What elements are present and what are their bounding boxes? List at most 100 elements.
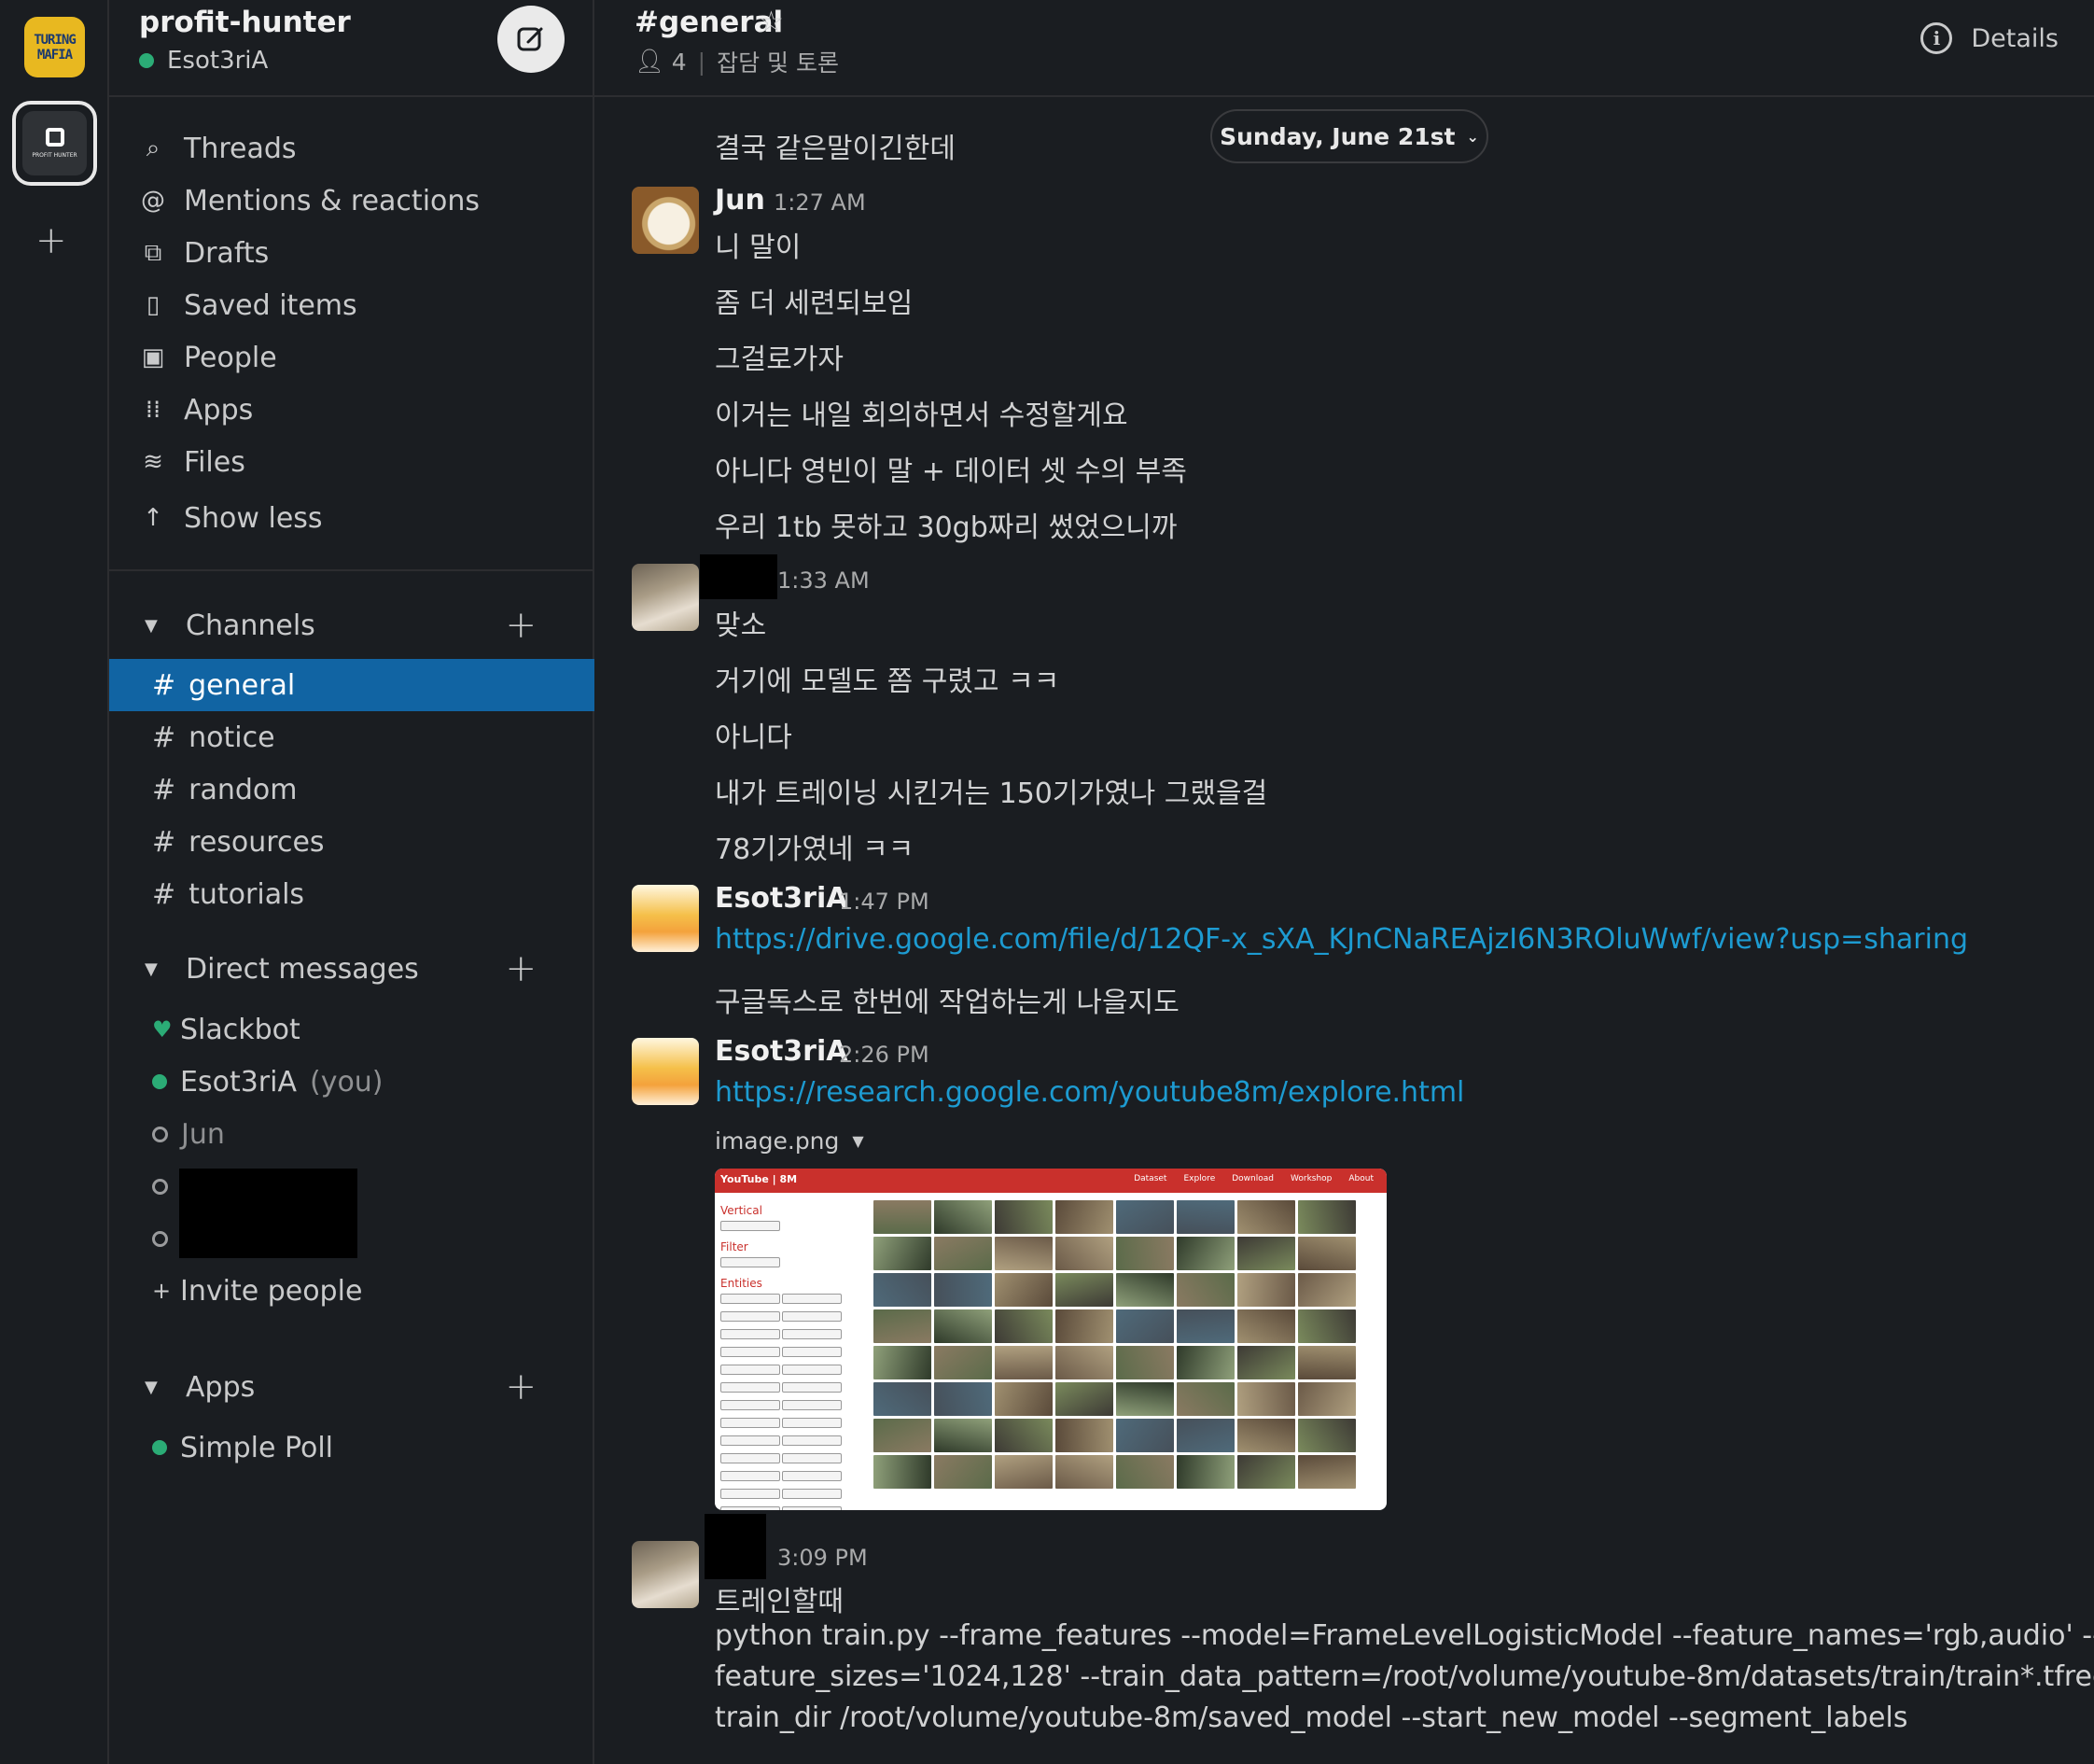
star-icon[interactable]: ☆: [759, 6, 784, 38]
compose-button[interactable]: [497, 6, 565, 73]
nav-label: Apps: [184, 393, 254, 427]
workspace-logo-text: PROFIT HUNTER: [32, 152, 77, 159]
you-suffix: (you): [309, 1065, 384, 1099]
invite-people-link[interactable]: + Invite people: [152, 1270, 362, 1311]
dm-slackbot[interactable]: ♥ Slackbot: [152, 1009, 300, 1050]
message-timestamp[interactable]: 2:26 PM: [839, 1042, 929, 1068]
channel-resources[interactable]: # resources: [109, 816, 594, 868]
preview-thumbnail: [1237, 1309, 1295, 1343]
date-divider-pill[interactable]: Sunday, June 21st ⌄: [1210, 109, 1488, 163]
preview-thumbnail: [995, 1200, 1053, 1234]
add-app-button[interactable]: +: [505, 1365, 537, 1408]
preview-thumbnail: [873, 1346, 931, 1379]
preview-tag: [782, 1382, 842, 1393]
nav-files[interactable]: ≋ Files: [139, 441, 245, 483]
preview-thumbnail: [1237, 1455, 1295, 1489]
preview-thumbnail: [934, 1237, 992, 1270]
nav-label: People: [184, 341, 277, 374]
channels-section-header[interactable]: ▼ Channels +: [145, 604, 574, 647]
sender-name[interactable]: Esot3riA: [715, 1035, 847, 1068]
message-timestamp[interactable]: 1:33 AM: [777, 567, 870, 594]
apps-section-header[interactable]: ▼ Apps +: [145, 1365, 574, 1408]
redacted-block: [700, 554, 777, 599]
message-link[interactable]: https://research.google.com/youtube8m/ex…: [715, 1076, 1464, 1109]
caret-down-icon: ▼: [145, 959, 158, 979]
channel-general[interactable]: # general: [109, 659, 594, 711]
sender-name[interactable]: Esot3riA: [715, 882, 847, 915]
channel-notice[interactable]: # notice: [109, 711, 594, 763]
channel-topic[interactable]: 잡담 및 토론: [717, 45, 839, 78]
member-count[interactable]: 4: [672, 49, 687, 76]
preview-thumbnail: [995, 1273, 1053, 1307]
compose-icon: [517, 27, 543, 51]
preview-tag: [720, 1418, 780, 1428]
preview-thumbnail: [1298, 1382, 1356, 1416]
app-label: Simple Poll: [180, 1431, 334, 1464]
channel-tutorials[interactable]: # tutorials: [109, 868, 594, 920]
workspace-profit-hunter-icon[interactable]: PROFIT HUNTER: [12, 101, 97, 186]
sender-name[interactable]: Jun: [715, 184, 765, 217]
message-link[interactable]: https://drive.google.com/file/d/12QF-x_s…: [715, 923, 1968, 956]
people-icon: ▣: [141, 343, 165, 371]
add-workspace-icon[interactable]: +: [35, 222, 67, 259]
preview-thumbnail: [934, 1309, 992, 1343]
dm-redacted-2[interactable]: [152, 1218, 181, 1259]
add-channel-button[interactable]: +: [505, 604, 537, 647]
preview-thumbnail: [873, 1455, 931, 1489]
avatar[interactable]: [632, 885, 699, 952]
nav-threads[interactable]: ⌕ Threads: [139, 128, 297, 169]
current-user[interactable]: Esot3riA: [139, 47, 268, 75]
online-status-icon: [152, 1440, 167, 1455]
dm-self[interactable]: Esot3riA (you): [152, 1061, 384, 1102]
message-line: feature_sizes='1024,128' --train_data_pa…: [715, 1660, 2094, 1693]
nav-saved-items[interactable]: ▯ Saved items: [139, 285, 357, 326]
file-name: image.png: [715, 1127, 840, 1155]
dm-jun[interactable]: Jun: [152, 1113, 225, 1155]
preview-tag: [720, 1453, 780, 1463]
nav-mentions[interactable]: @ Mentions & reactions: [139, 180, 480, 221]
preview-tag: [782, 1471, 842, 1481]
avatar[interactable]: [632, 187, 699, 254]
hash-icon: #: [152, 668, 176, 702]
message-timestamp[interactable]: 1:27 AM: [774, 189, 866, 216]
preview-thumbnail: [1055, 1382, 1113, 1416]
nav-show-less[interactable]: ↑ Show less: [139, 497, 322, 539]
message-timestamp[interactable]: 3:09 PM: [777, 1545, 868, 1571]
caret-down-icon: ▼: [145, 1377, 158, 1397]
member-icon[interactable]: 👤︎: [635, 48, 664, 76]
plus-icon: +: [152, 1278, 172, 1304]
avatar[interactable]: [632, 1038, 699, 1105]
avatar[interactable]: [632, 564, 699, 631]
nav-label: Drafts: [184, 236, 270, 270]
caret-down-icon: ▼: [852, 1132, 864, 1150]
app-simple-poll[interactable]: Simple Poll: [152, 1427, 333, 1468]
preview-thumbnail: [1298, 1200, 1356, 1234]
preview-thumbnail: [995, 1237, 1053, 1270]
details-button[interactable]: i Details: [1920, 22, 2059, 54]
add-dm-button[interactable]: +: [505, 947, 537, 990]
preview-thumbnail: [1298, 1273, 1356, 1307]
nav-people[interactable]: ▣ People: [139, 337, 277, 378]
channel-random[interactable]: # random: [109, 763, 594, 816]
preview-thumbnail: [1055, 1273, 1113, 1307]
preview-nav-item: Explore: [1183, 1174, 1216, 1183]
direct-messages-section-header[interactable]: ▼ Direct messages +: [145, 947, 574, 990]
preview-thumbnail: [1298, 1419, 1356, 1452]
chevron-down-icon: ⌄: [1466, 127, 1479, 146]
preview-tag: [782, 1347, 842, 1357]
image-preview[interactable]: YouTube | 8M Dataset Explore Download Wo…: [715, 1169, 1387, 1510]
dm-redacted-1[interactable]: [152, 1166, 181, 1207]
nav-apps[interactable]: ⁞⁞ Apps: [139, 389, 254, 430]
nav-drafts[interactable]: ⧉ Drafts: [139, 232, 270, 273]
workspace-turing-mafia-icon[interactable]: TURING MAFIA: [24, 17, 85, 77]
message-timestamp[interactable]: 1:47 PM: [839, 889, 929, 915]
avatar[interactable]: [632, 1541, 699, 1608]
workspace-header: profit-hunter ⌄ Esot3riA: [109, 0, 594, 97]
preview-tag: [720, 1294, 780, 1304]
workspace-logo-text: TURING: [34, 32, 77, 48]
online-status-icon: [139, 53, 154, 68]
file-name-toggle[interactable]: image.png ▼: [715, 1127, 864, 1155]
chevron-down-icon[interactable]: ⌄: [314, 13, 328, 33]
message-line: 이거는 내일 회의하면서 수정할게요: [715, 399, 1128, 432]
message-line: 아니다: [715, 721, 792, 754]
